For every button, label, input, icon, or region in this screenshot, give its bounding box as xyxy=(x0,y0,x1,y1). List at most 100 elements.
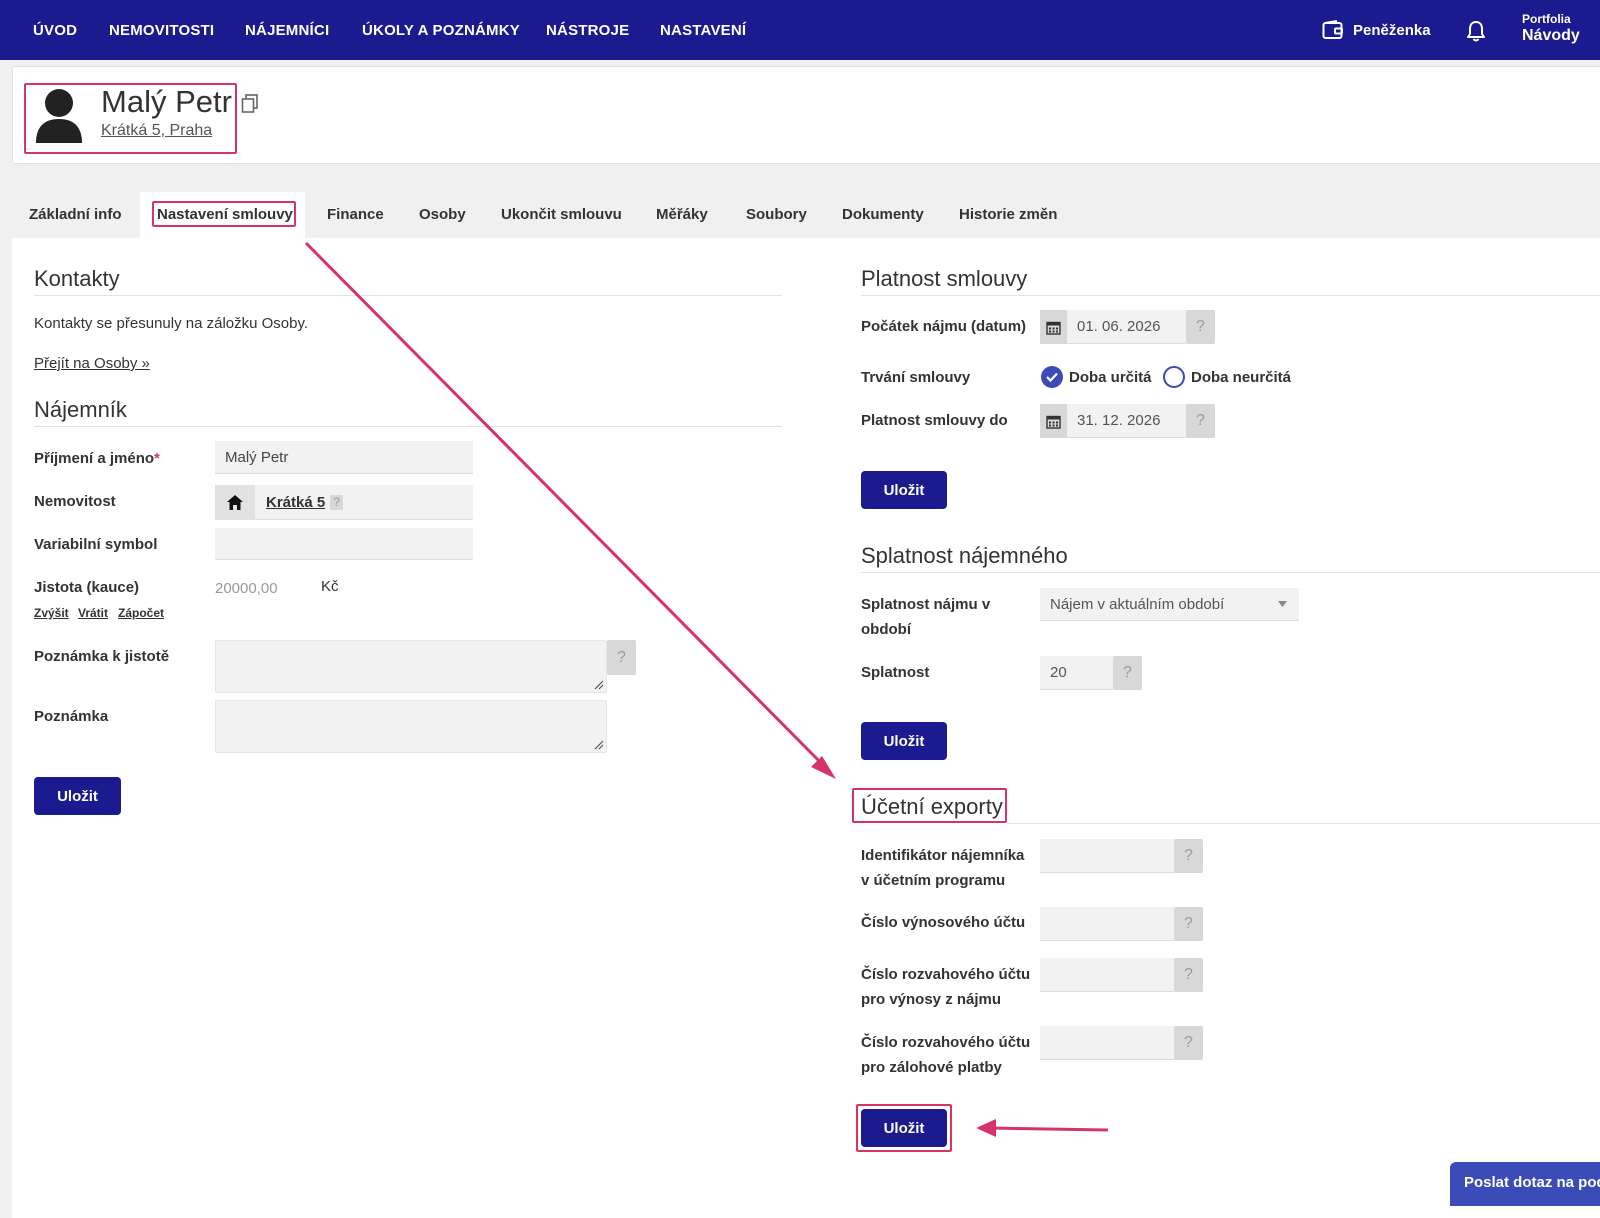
property-link[interactable]: Krátká 5 xyxy=(266,494,325,511)
tab-meraky[interactable]: Měřáky xyxy=(656,206,708,223)
chevron-down-icon xyxy=(1278,601,1287,607)
nav-uvod[interactable]: ÚVOD xyxy=(33,22,77,39)
contacts-info-text: Kontakty se přesunuly na záložku Osoby. xyxy=(34,315,309,332)
start-date-label: Počátek nájmu (datum) xyxy=(861,318,1027,335)
go-to-persons-link[interactable]: Přejít na Osoby » xyxy=(34,355,150,372)
property-help[interactable]: ? xyxy=(330,494,343,510)
export-balance-advance-help[interactable]: ? xyxy=(1174,1026,1203,1060)
tenant-name-label-text: Příjmení a jméno xyxy=(34,450,155,467)
end-date-calendar[interactable] xyxy=(1040,404,1067,438)
start-date-input[interactable]: 01. 06. 2026 xyxy=(1067,310,1186,344)
validity-title: Platnost smlouvy xyxy=(861,266,1028,291)
deposit-increase-link[interactable]: Zvýšit xyxy=(34,606,69,620)
deposit-note-textarea[interactable] xyxy=(215,640,607,693)
due-day-input[interactable]: 20 xyxy=(1040,656,1113,690)
tenant-header-card xyxy=(12,66,1600,164)
due-period-label: Splatnost nájmu v období xyxy=(861,596,991,638)
portfolio-switcher[interactable]: Portfolia Návody xyxy=(1522,13,1580,44)
deposit-note-label: Poznámka k jistotě xyxy=(34,648,170,665)
wallet-icon xyxy=(1322,20,1343,39)
wallet-link[interactable]: Peněženka xyxy=(1322,20,1431,40)
export-balance-rent-help[interactable]: ? xyxy=(1174,958,1203,992)
top-navigation: ÚVOD NEMOVITOSTI NÁJEMNÍCI ÚKOLY A POZNÁ… xyxy=(0,0,1600,60)
note-textarea[interactable] xyxy=(215,700,607,753)
tenant-name-value: Malý Petr xyxy=(225,448,289,466)
validity-save-button[interactable]: Uložit xyxy=(861,471,947,509)
nav-nastaveni[interactable]: NASTAVENÍ xyxy=(660,22,746,39)
home-icon xyxy=(227,494,243,510)
due-period-select[interactable]: Nájem v aktuálním období xyxy=(1040,588,1299,621)
end-date-input[interactable]: 31. 12. 2026 xyxy=(1067,404,1186,438)
deposit-value: 20000,00 xyxy=(215,580,278,597)
nav-nastroje[interactable]: NÁSTROJE xyxy=(546,22,629,39)
due-period-value: Nájem v aktuálním období xyxy=(1050,595,1225,613)
deposit-currency: Kč xyxy=(321,578,339,595)
nav-ukoly[interactable]: ÚKOLY A POZNÁMKY xyxy=(362,22,520,39)
deposit-offset-link[interactable]: Zápočet xyxy=(118,606,164,620)
check-icon xyxy=(1046,372,1058,382)
tab-finance[interactable]: Finance xyxy=(327,206,384,223)
nav-nemovitosti[interactable]: NEMOVITOSTI xyxy=(109,22,214,39)
bell-icon[interactable] xyxy=(1466,20,1486,42)
duration-indefinite-radio[interactable] xyxy=(1163,366,1185,388)
tenant-section-title: Nájemník xyxy=(34,397,127,422)
duration-indefinite-label[interactable]: Doba neurčitá xyxy=(1191,365,1291,390)
copy-icon[interactable] xyxy=(241,94,259,114)
end-date-value: 31. 12. 2026 xyxy=(1077,412,1161,429)
export-balance-rent-input[interactable] xyxy=(1040,958,1174,992)
tenant-save-button[interactable]: Uložit xyxy=(34,777,121,815)
validity-divider xyxy=(861,295,1600,296)
exports-divider xyxy=(1007,823,1600,824)
exports-save-button[interactable]: Uložit xyxy=(861,1109,947,1147)
export-balance-rent-label: Číslo rozvahového účtu pro výnosy z nájm… xyxy=(861,966,1031,1008)
wallet-label: Peněženka xyxy=(1353,21,1431,39)
variable-symbol-input[interactable] xyxy=(215,528,473,560)
portfolio-small-label: Portfolia xyxy=(1522,12,1571,26)
due-day-value: 20 xyxy=(1050,664,1067,681)
contacts-title: Kontakty xyxy=(34,266,120,291)
resize-grip-icon[interactable] xyxy=(594,680,604,690)
export-revenue-account-help[interactable]: ? xyxy=(1174,907,1203,941)
home-icon-box xyxy=(215,484,255,520)
due-divider xyxy=(861,572,1600,573)
start-date-value: 01. 06. 2026 xyxy=(1077,318,1161,335)
nav-najemnici[interactable]: NÁJEMNÍCI xyxy=(245,22,329,39)
deposit-note-help[interactable]: ? xyxy=(607,640,636,675)
due-day-help[interactable]: ? xyxy=(1113,656,1142,690)
exports-title: Účetní exporty xyxy=(861,794,1003,819)
calendar-icon xyxy=(1046,415,1061,429)
end-date-label: Platnost smlouvy do xyxy=(861,412,1008,429)
tab-dokumenty[interactable]: Dokumenty xyxy=(842,206,924,223)
start-date-calendar[interactable] xyxy=(1040,310,1067,344)
export-tenant-id-input[interactable] xyxy=(1040,839,1174,873)
duration-definite-radio[interactable] xyxy=(1041,366,1063,388)
deposit-return-link[interactable]: Vrátit xyxy=(78,606,108,620)
start-date-help[interactable]: ? xyxy=(1186,310,1215,344)
property-label: Nemovitost xyxy=(34,493,116,510)
export-balance-advance-label: Číslo rozvahového účtu pro zálohové plat… xyxy=(861,1034,1031,1076)
export-balance-advance-input[interactable] xyxy=(1040,1026,1174,1060)
due-save-button[interactable]: Uložit xyxy=(861,722,947,760)
duration-label: Trvání smlouvy xyxy=(861,369,971,386)
active-tab-highlight xyxy=(152,201,296,227)
note-label: Poznámka xyxy=(34,708,109,725)
support-chat-button[interactable]: Poslat dotaz na podporu xyxy=(1450,1162,1600,1206)
tenant-name-input[interactable]: Malý Petr xyxy=(215,441,473,474)
tab-historie-zmen[interactable]: Historie změn xyxy=(959,206,1057,223)
tab-osoby[interactable]: Osoby xyxy=(419,206,466,223)
export-tenant-id-help[interactable]: ? xyxy=(1174,839,1203,873)
variable-symbol-label: Variabilní symbol xyxy=(34,536,158,553)
avatar-icon xyxy=(36,89,82,143)
calendar-icon xyxy=(1046,321,1061,335)
export-tenant-id-label: Identifikátor nájemníka v účetním progra… xyxy=(861,847,1025,889)
tenant-address-link[interactable]: Krátká 5, Praha xyxy=(101,122,212,140)
tab-ukoncit-smlouvu[interactable]: Ukončit smlouvu xyxy=(501,206,622,223)
tab-zakladni-info[interactable]: Základní info xyxy=(29,206,122,223)
due-day-label: Splatnost xyxy=(861,664,930,681)
export-revenue-account-label: Číslo výnosového účtu xyxy=(861,914,1026,931)
duration-definite-label[interactable]: Doba určitá xyxy=(1069,365,1152,390)
tab-soubory[interactable]: Soubory xyxy=(746,206,807,223)
export-revenue-account-input[interactable] xyxy=(1040,907,1174,941)
end-date-help[interactable]: ? xyxy=(1186,404,1215,438)
resize-grip-icon[interactable] xyxy=(594,740,604,750)
